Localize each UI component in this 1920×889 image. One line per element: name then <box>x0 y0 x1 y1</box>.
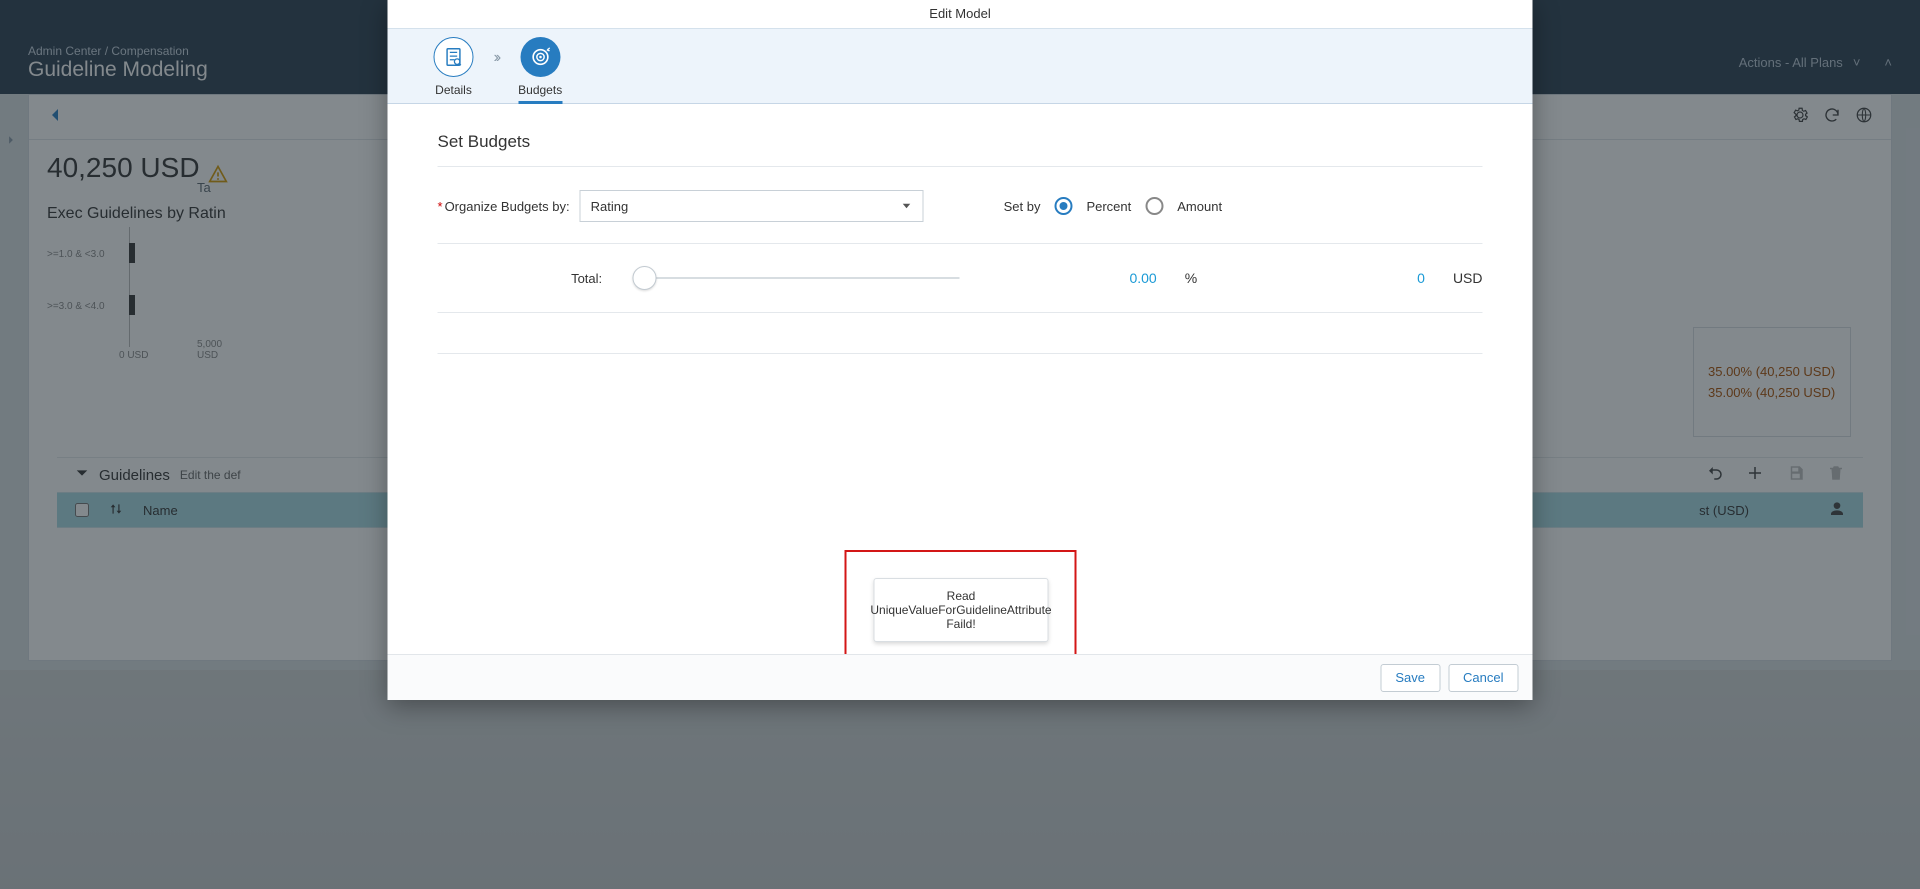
wizard-chevrons-icon: ›› <box>494 49 499 67</box>
organize-by-combobox[interactable]: Rating <box>580 190 924 222</box>
wizard-step-budgets[interactable]: Budgets <box>518 37 562 104</box>
modal-title: Edit Model <box>388 0 1533 28</box>
usd-unit: USD <box>1453 270 1483 286</box>
error-toast-text: Read UniqueValueForGuidelineAttribute Fa… <box>870 589 1051 631</box>
modal-footer: Save Cancel <box>388 654 1533 700</box>
slider-handle[interactable] <box>632 266 656 290</box>
divider <box>438 353 1483 354</box>
total-percent-value: 0.00 <box>1129 270 1156 286</box>
set-by-amount-radio[interactable] <box>1145 197 1163 215</box>
cancel-button[interactable]: Cancel <box>1448 664 1518 692</box>
wizard-step-details[interactable]: Details <box>434 37 474 97</box>
wizard-step-label: Budgets <box>518 83 562 104</box>
chevron-down-icon <box>901 200 913 212</box>
percent-unit: % <box>1185 270 1197 286</box>
set-by-percent-label: Percent <box>1086 199 1131 214</box>
error-toast: Read UniqueValueForGuidelineAttribute Fa… <box>874 578 1049 642</box>
wizard-step-label: Details <box>435 83 472 97</box>
set-by-percent-radio[interactable] <box>1054 197 1072 215</box>
wizard-bar: Details ›› Budgets <box>388 28 1533 104</box>
total-usd-value: 0 <box>1417 270 1425 286</box>
combobox-value: Rating <box>591 199 629 214</box>
edit-model-dialog: Edit Model Details ›› Budgets Set Budget… <box>388 0 1533 700</box>
organize-by-label: *Organize Budgets by: <box>438 199 570 214</box>
set-budgets-heading: Set Budgets <box>438 132 1483 152</box>
set-by-amount-label: Amount <box>1177 199 1222 214</box>
total-slider[interactable] <box>632 266 959 290</box>
divider <box>438 166 1483 167</box>
set-by-label: Set by <box>1004 199 1041 214</box>
save-button[interactable]: Save <box>1380 664 1440 692</box>
total-label: Total: <box>438 271 613 286</box>
